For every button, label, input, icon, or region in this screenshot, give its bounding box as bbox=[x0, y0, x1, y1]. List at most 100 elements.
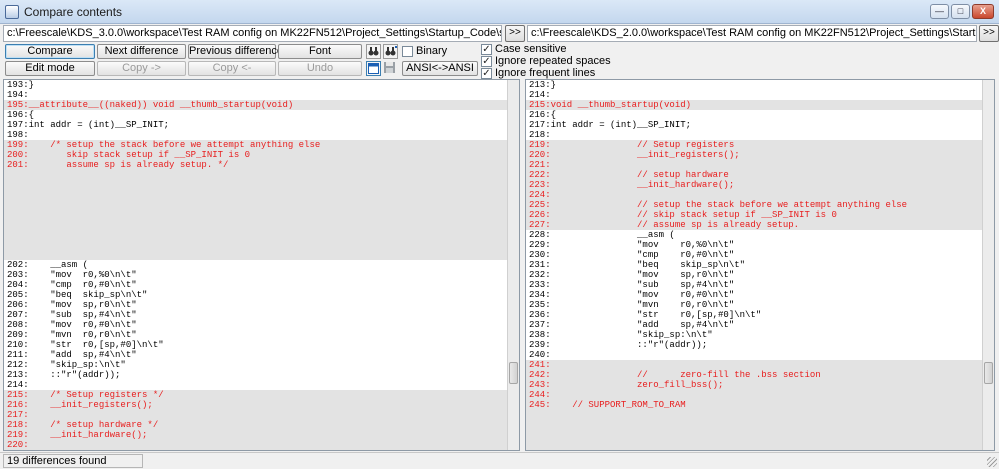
left-diff-pane[interactable]: 193:} 194: 195:__attribute__((naked)) void… bbox=[3, 79, 520, 451]
code-line: 219: __init_hardware(); bbox=[4, 430, 507, 440]
right-scroll-thumb[interactable] bbox=[984, 362, 993, 384]
code-line: 218: bbox=[529, 130, 551, 140]
code-line: 195:__attribute__((naked)) void __thumb_… bbox=[4, 100, 507, 110]
case-sensitive-label: Case sensitive bbox=[495, 43, 567, 55]
window-icon[interactable] bbox=[366, 61, 381, 76]
find-next-icon[interactable] bbox=[383, 44, 398, 59]
binary-checkbox[interactable]: Binary bbox=[402, 45, 447, 57]
ignore-repeated-spaces-check-icon[interactable]: ✓ bbox=[481, 55, 492, 67]
code-line: 214: bbox=[7, 380, 29, 390]
code-line bbox=[4, 170, 507, 180]
code-line: 232: "mov sp,r0\n\t" bbox=[529, 270, 735, 280]
minimize-button[interactable]: — bbox=[930, 4, 949, 19]
binary-checkbox-box[interactable] bbox=[402, 45, 413, 57]
code-line: 193:} bbox=[7, 80, 35, 90]
code-line: 231: "beq skip_sp\n\t" bbox=[529, 260, 746, 270]
code-line: 209: "mvn r0,r0\n\t" bbox=[7, 330, 137, 340]
code-line: 245: // SUPPORT_ROM_TO_RAM bbox=[526, 400, 982, 410]
copy-left-button[interactable]: Copy <- bbox=[188, 61, 276, 76]
code-line bbox=[4, 190, 507, 200]
left-scroll-thumb[interactable] bbox=[509, 362, 518, 384]
code-line: 236: "str r0,[sp,#0]\n\t" bbox=[529, 310, 762, 320]
edit-mode-button[interactable]: Edit mode bbox=[5, 61, 95, 76]
code-line: 225: // setup the stack before we attemp… bbox=[526, 200, 982, 210]
swap-files-button-right[interactable]: >> bbox=[979, 25, 999, 42]
code-line: 227: // assume sp is already setup. bbox=[526, 220, 982, 230]
code-line: 241: bbox=[526, 360, 982, 370]
left-scrollbar[interactable] bbox=[507, 80, 519, 450]
right-scrollbar[interactable] bbox=[982, 80, 994, 450]
code-line: 228: __asm ( bbox=[529, 230, 675, 240]
code-line: 239: ::"r"(addr)); bbox=[529, 340, 708, 350]
code-line: 230: "cmp r0,#0\n\t" bbox=[529, 250, 735, 260]
next-difference-button[interactable]: Next difference bbox=[97, 44, 186, 59]
left-code-lines: 193:} 194: 195:__attribute__((naked)) void… bbox=[4, 80, 507, 451]
code-line bbox=[526, 430, 982, 440]
ignore-repeated-spaces-label: Ignore repeated spaces bbox=[495, 55, 611, 67]
save-icon[interactable] bbox=[383, 61, 398, 76]
code-line: 233: "sub sp,#4\n\t" bbox=[529, 280, 735, 290]
code-line: 217:int addr = (int)__SP_INIT; bbox=[529, 120, 692, 130]
undo-button[interactable]: Undo bbox=[278, 61, 362, 76]
code-line: 206: "mov sp,r0\n\t" bbox=[7, 300, 137, 310]
status-message: 19 differences found bbox=[3, 454, 143, 468]
code-line: 203: "mov r0,%0\n\t" bbox=[7, 270, 137, 280]
right-diff-pane[interactable]: 213:} 214: 215:void __thumb_startup(void) 2… bbox=[525, 79, 995, 451]
code-line: 204: "cmp r0,#0\n\t" bbox=[7, 280, 137, 290]
code-line: 215:void __thumb_startup(void) bbox=[526, 100, 982, 110]
code-line: 200: skip stack setup if __SP_INIT is 0 bbox=[4, 150, 507, 160]
find-icon[interactable] bbox=[366, 44, 381, 59]
code-line: 216: __init_registers(); bbox=[4, 400, 507, 410]
left-file-path[interactable]: c:\Freescale\KDS_3.0.0\workspace\Test RA… bbox=[3, 25, 502, 42]
swap-files-button[interactable]: >> bbox=[505, 25, 525, 42]
code-line: 208: "mov r0,#0\n\t" bbox=[7, 320, 137, 330]
code-line: 226: // skip stack setup if __SP_INIT is… bbox=[526, 210, 982, 220]
code-line bbox=[526, 410, 982, 420]
code-line: 238: "skip_sp:\n\t" bbox=[529, 330, 713, 340]
code-line: 197:int addr = (int)__SP_INIT; bbox=[7, 120, 170, 130]
ignore-frequent-lines-label: Ignore frequent lines bbox=[495, 67, 596, 79]
ignore-repeated-spaces-checkbox[interactable]: ✓ Ignore repeated spaces bbox=[481, 55, 611, 67]
code-line: 198: bbox=[7, 130, 29, 140]
code-line: 223: __init_hardware(); bbox=[526, 180, 982, 190]
code-line: 221: bbox=[526, 160, 982, 170]
code-line: 199: /* setup the stack before we attemp… bbox=[4, 140, 507, 150]
code-line: 216:{ bbox=[529, 110, 557, 120]
case-sensitive-checkbox[interactable]: ✓ Case sensitive bbox=[481, 43, 567, 55]
ansi-encoding-button[interactable]: ANSI<->ANSI bbox=[402, 61, 478, 76]
code-line: 213:} bbox=[529, 80, 557, 90]
code-line: 243: zero_fill_bss(); bbox=[526, 380, 982, 390]
case-sensitive-check-icon[interactable]: ✓ bbox=[481, 43, 492, 55]
code-line bbox=[4, 200, 507, 210]
code-line: 202: __asm ( bbox=[7, 260, 89, 270]
code-line: 219: // Setup registers bbox=[526, 140, 982, 150]
code-line bbox=[526, 420, 982, 430]
code-line: 205: "beq skip_sp\n\t" bbox=[7, 290, 148, 300]
ignore-frequent-lines-checkbox[interactable]: ✓ Ignore frequent lines bbox=[481, 67, 595, 79]
code-line: 207: "sub sp,#4\n\t" bbox=[7, 310, 137, 320]
right-file-path[interactable]: c:\Freescale\KDS_2.0.0\workspace\Test RA… bbox=[527, 25, 977, 42]
compare-button[interactable]: Compare bbox=[5, 44, 95, 59]
font-button[interactable]: Font bbox=[278, 44, 362, 59]
app-icon bbox=[5, 5, 19, 19]
code-line: 217: bbox=[4, 410, 507, 420]
code-line: 194: bbox=[7, 90, 29, 100]
maximize-button[interactable]: □ bbox=[951, 4, 970, 19]
code-line bbox=[526, 440, 982, 450]
code-line: 212: "skip_sp:\n\t" bbox=[7, 360, 126, 370]
copy-right-button[interactable]: Copy -> bbox=[97, 61, 186, 76]
code-line bbox=[4, 230, 507, 240]
close-button[interactable]: X bbox=[972, 4, 994, 19]
resize-grip-icon[interactable] bbox=[987, 457, 997, 467]
code-line: 229: "mov r0,%0\n\t" bbox=[529, 240, 735, 250]
right-code-lines: 213:} 214: 215:void __thumb_startup(void) 2… bbox=[526, 80, 982, 450]
code-line: 235: "mvn r0,r0\n\t" bbox=[529, 300, 735, 310]
code-line: 210: "str r0,[sp,#0]\n\t" bbox=[7, 340, 164, 350]
previous-difference-button[interactable]: Previous difference bbox=[188, 44, 283, 59]
ignore-frequent-lines-check-icon[interactable]: ✓ bbox=[481, 67, 492, 79]
code-line bbox=[4, 220, 507, 230]
code-line: 240: bbox=[529, 350, 551, 360]
status-bar: 19 differences found bbox=[0, 452, 999, 469]
code-line: 221: /* SUPPORT_ROM_TO_RAM */ bbox=[4, 450, 507, 451]
code-line: 211: "add sp,#4\n\t" bbox=[7, 350, 137, 360]
